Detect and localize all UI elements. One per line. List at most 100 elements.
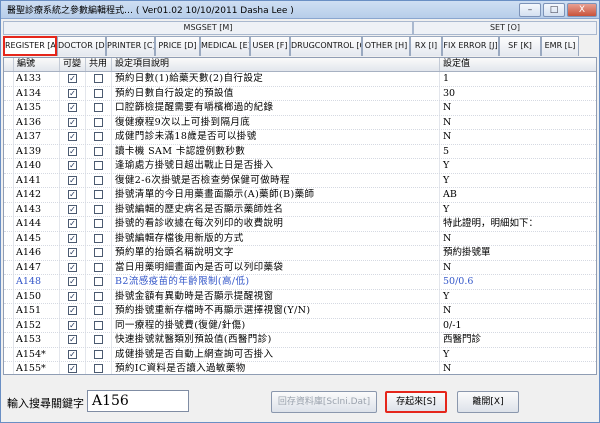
tab-fix-error[interactable]: FIX ERROR [J]: [442, 36, 499, 56]
cell-value[interactable]: 預約掛號單: [440, 246, 596, 260]
table-row[interactable]: A136 ✓ 復健療程9次以上可掛到隔月底 N: [4, 115, 596, 130]
editable-checkbox[interactable]: ✓: [68, 175, 77, 185]
editable-checkbox[interactable]: ✓: [68, 233, 77, 243]
save-to-database-button[interactable]: 回存資料庫[Sclni.Dat]: [271, 391, 377, 413]
close-button[interactable]: X: [567, 2, 597, 17]
tab-group-msgset[interactable]: MSGSET [M]: [3, 21, 413, 35]
table-row[interactable]: A140 ✓ 逢瑜處方掛號日超出戰止日是否掛入 Y: [4, 159, 596, 174]
cell-value[interactable]: N: [440, 116, 596, 130]
cell-value[interactable]: 西醫門診: [440, 333, 596, 347]
cell-value[interactable]: Y: [440, 348, 596, 362]
table-row[interactable]: A148 ✓ B2流感疫苗的年齡限制(高/低) 50/0.6: [4, 275, 596, 290]
cell-value[interactable]: 0/-1: [440, 319, 596, 333]
shared-checkbox[interactable]: [94, 291, 103, 301]
tab-rx[interactable]: RX [I]: [410, 36, 442, 56]
tab-doctor[interactable]: DOCTOR [D]: [57, 36, 106, 56]
editable-checkbox[interactable]: ✓: [68, 320, 77, 330]
tab-drugcontrol[interactable]: DRUGCONTROL [G]: [290, 36, 362, 56]
shared-checkbox[interactable]: [94, 117, 103, 127]
shared-checkbox[interactable]: [94, 204, 103, 214]
cell-value[interactable]: N: [440, 101, 596, 115]
editable-checkbox[interactable]: ✓: [68, 291, 77, 301]
table-row[interactable]: A144 ✓ 掛號的看診收據在每次列印的收費說明 特此證明，明細如下：: [4, 217, 596, 232]
tab-user[interactable]: USER [F]: [250, 36, 290, 56]
tab-medical[interactable]: MEDICAL [E]: [200, 36, 250, 56]
tab-printer[interactable]: PRINTER [C]: [106, 36, 155, 56]
tab-register[interactable]: REGISTER [A]: [3, 36, 57, 56]
editable-checkbox[interactable]: ✓: [68, 364, 77, 374]
save-button[interactable]: 存起來[S]: [385, 391, 447, 413]
header-description[interactable]: 設定項目說明: [112, 58, 440, 71]
table-row[interactable]: A139 ✓ 讀卡機 SAM 卡認證例數秒數 5: [4, 144, 596, 159]
editable-checkbox[interactable]: ✓: [68, 74, 77, 84]
search-input[interactable]: A156: [87, 390, 189, 412]
cell-value[interactable]: N: [440, 232, 596, 246]
cell-value[interactable]: N: [440, 304, 596, 318]
shared-checkbox[interactable]: [94, 277, 103, 287]
table-row[interactable]: A153 ✓ 快速掛號就醫類別預設值(西醫門診) 西醫門診: [4, 333, 596, 348]
cell-value[interactable]: Y: [440, 290, 596, 304]
exit-button[interactable]: 離開[X]: [457, 391, 519, 413]
table-row[interactable]: A152 ✓ 同一療程的掛號費(復健/針傷) 0/-1: [4, 318, 596, 333]
shared-checkbox[interactable]: [94, 233, 103, 243]
shared-checkbox[interactable]: [94, 262, 103, 272]
shared-checkbox[interactable]: [94, 219, 103, 229]
table-row[interactable]: A134 ✓ 預約日數自行設定的預設值 30: [4, 86, 596, 101]
shared-checkbox[interactable]: [94, 132, 103, 142]
tab-other[interactable]: OTHER [H]: [362, 36, 410, 56]
cell-value[interactable]: Y: [440, 159, 596, 173]
editable-checkbox[interactable]: ✓: [68, 146, 77, 156]
table-row[interactable]: A142 ✓ 掛號清單的今日用藥畫面顯示(A)藥師(B)藥師 AB: [4, 188, 596, 203]
cell-value[interactable]: 50/0.6: [440, 275, 596, 289]
editable-checkbox[interactable]: ✓: [68, 103, 77, 113]
shared-checkbox[interactable]: [94, 88, 103, 98]
shared-checkbox[interactable]: [94, 146, 103, 156]
editable-checkbox[interactable]: ✓: [68, 335, 77, 345]
table-row[interactable]: A150 ✓ 掛號金額有異動時是否顯示提醒視窗 Y: [4, 289, 596, 304]
header-editable[interactable]: 可變: [60, 58, 86, 71]
cell-value[interactable]: AB: [440, 188, 596, 202]
shared-checkbox[interactable]: [94, 306, 103, 316]
editable-checkbox[interactable]: ✓: [68, 349, 77, 359]
minimize-button[interactable]: –: [519, 2, 541, 17]
shared-checkbox[interactable]: [94, 248, 103, 258]
shared-checkbox[interactable]: [94, 335, 103, 345]
table-row[interactable]: A155* ✓ 預約IC資料是否讀入過敏藥物 N: [4, 362, 596, 374]
maximize-button[interactable]: □: [543, 2, 565, 17]
cell-value[interactable]: Y: [440, 203, 596, 217]
table-row[interactable]: A133 ✓ 預約日數(1)給藥天數(2)自行設定 1: [4, 72, 596, 87]
cell-value[interactable]: 1: [440, 72, 596, 86]
tab-emr[interactable]: EMR [L]: [541, 36, 579, 56]
cell-value[interactable]: 5: [440, 145, 596, 159]
shared-checkbox[interactable]: [94, 175, 103, 185]
editable-checkbox[interactable]: ✓: [68, 190, 77, 200]
shared-checkbox[interactable]: [94, 103, 103, 113]
editable-checkbox[interactable]: ✓: [68, 204, 77, 214]
cell-value[interactable]: N: [440, 261, 596, 275]
editable-checkbox[interactable]: ✓: [68, 306, 77, 316]
shared-checkbox[interactable]: [94, 190, 103, 200]
editable-checkbox[interactable]: ✓: [68, 132, 77, 142]
shared-checkbox[interactable]: [94, 364, 103, 374]
table-row[interactable]: A147 ✓ 當日用藥明細畫面內是否可以列印藥袋 N: [4, 260, 596, 275]
table-row[interactable]: A151 ✓ 預約掛號重新存檔時不再顯示選擇視窗(Y/N) N: [4, 304, 596, 319]
table-row[interactable]: A137 ✓ 成健門診未滿18歲是否可以掛號 N: [4, 130, 596, 145]
header-shared[interactable]: 共用: [86, 58, 112, 71]
header-code[interactable]: 編號: [14, 58, 60, 71]
header-value[interactable]: 設定值: [440, 58, 596, 71]
shared-checkbox[interactable]: [94, 320, 103, 330]
shared-checkbox[interactable]: [94, 349, 103, 359]
editable-checkbox[interactable]: ✓: [68, 248, 77, 258]
editable-checkbox[interactable]: ✓: [68, 277, 77, 287]
editable-checkbox[interactable]: ✓: [68, 262, 77, 272]
tab-group-set[interactable]: SET [O]: [413, 21, 597, 35]
table-row[interactable]: A154* ✓ 成健掛號是否自動上網查詢可否掛入 Y: [4, 347, 596, 362]
cell-value[interactable]: N: [440, 130, 596, 144]
cell-value[interactable]: N: [440, 362, 596, 374]
table-row[interactable]: A135 ✓ 口腔篩檢提醒需要有嚼檳榔過的紀錄 N: [4, 101, 596, 116]
tab-price[interactable]: PRICE [D]: [155, 36, 200, 56]
cell-value[interactable]: 特此證明，明細如下：: [440, 217, 596, 231]
editable-checkbox[interactable]: ✓: [68, 117, 77, 127]
editable-checkbox[interactable]: ✓: [68, 161, 77, 171]
editable-checkbox[interactable]: ✓: [68, 219, 77, 229]
